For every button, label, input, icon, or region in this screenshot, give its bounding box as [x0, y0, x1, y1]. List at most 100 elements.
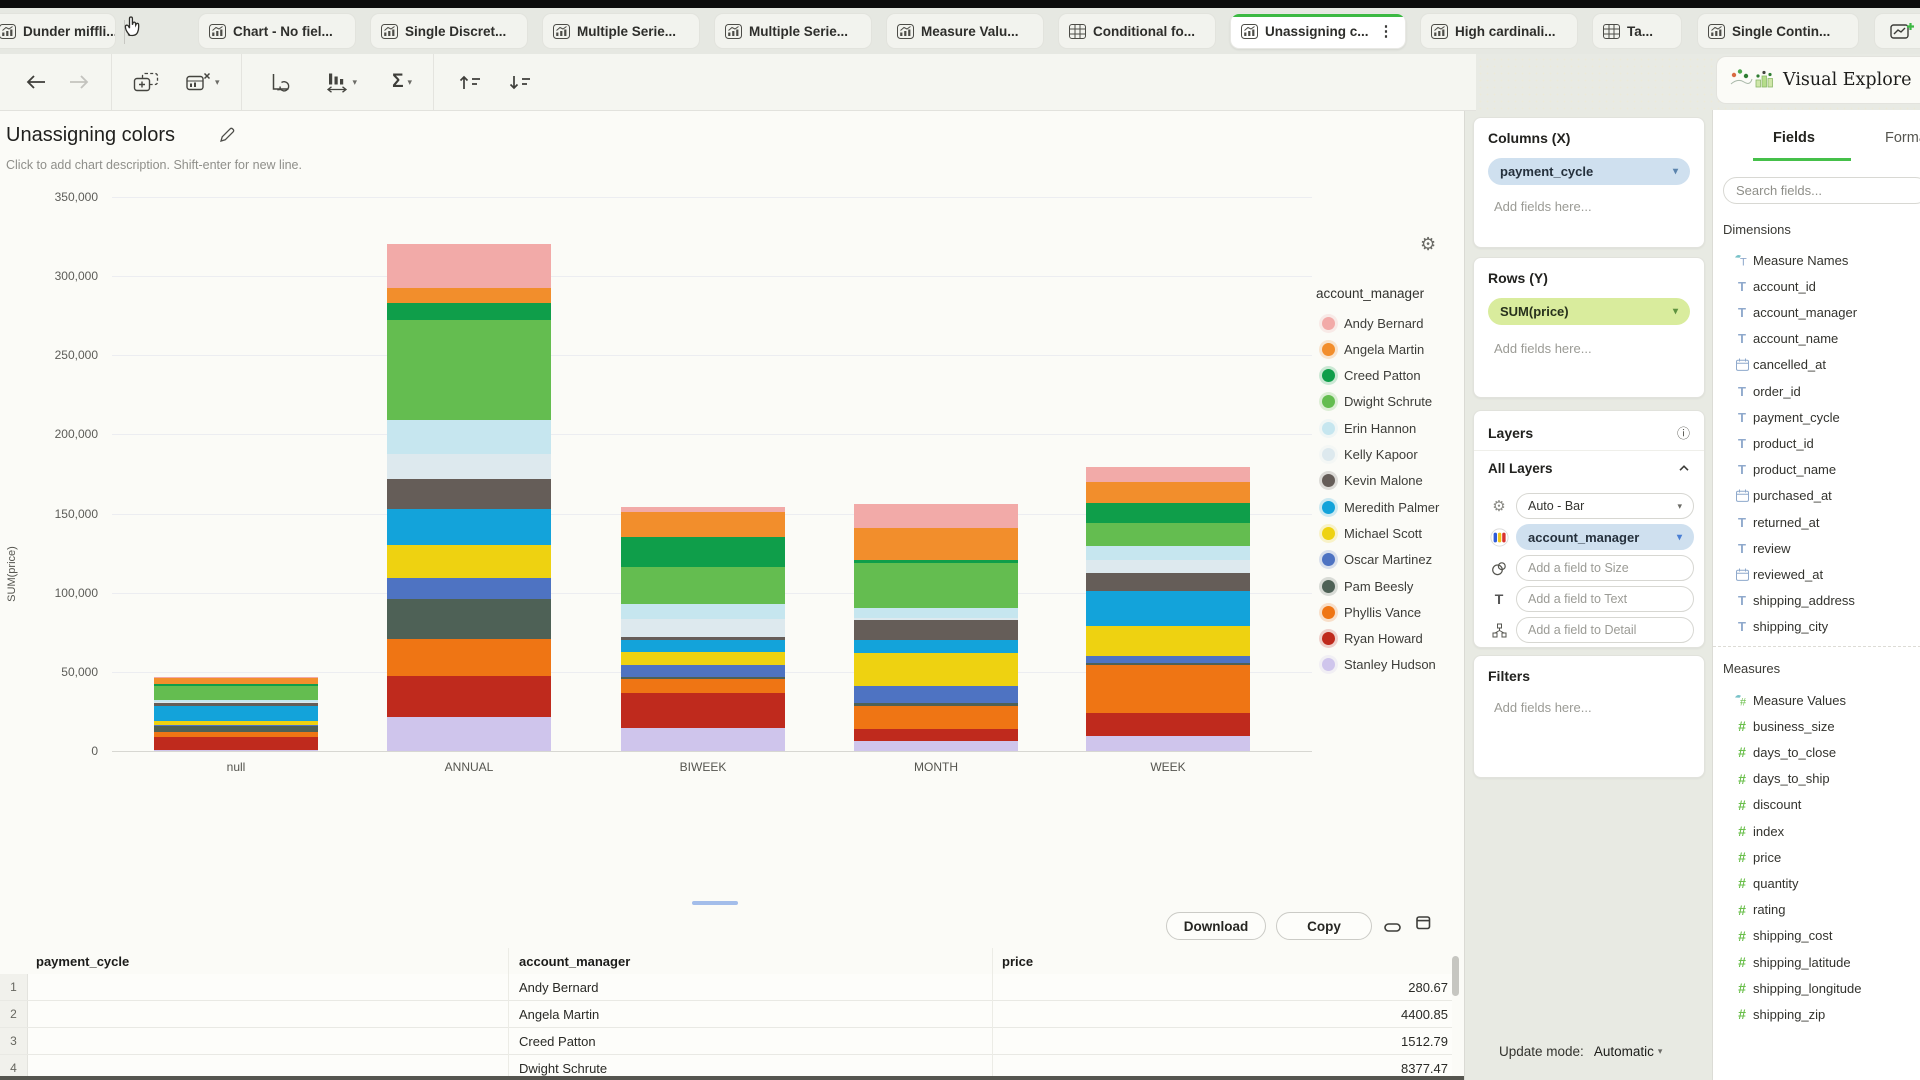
bar-segment-kevin-malone[interactable] [621, 637, 785, 640]
bar-segment-dwight-schrute[interactable] [854, 563, 1018, 608]
bar-segment-kelly-kapoor[interactable] [621, 619, 785, 637]
bar-segment-dwight-schrute[interactable] [154, 686, 318, 700]
bar-segment-angela-martin[interactable] [387, 288, 551, 303]
table-scrollbar-thumb[interactable] [1452, 956, 1459, 996]
bar-segment-michael-scott[interactable] [854, 653, 1018, 686]
bar-segment-phyllis-vance[interactable] [621, 679, 785, 692]
bar-segment-stanley-hudson[interactable] [154, 750, 318, 751]
bar-segment-oscar-martinez[interactable] [154, 725, 318, 726]
bar-segment-stanley-hudson[interactable] [854, 741, 1018, 751]
bar-segment-angela-martin[interactable] [854, 528, 1018, 560]
bar-segment-andy-bernard[interactable] [854, 504, 1018, 528]
columns-pill-payment-cycle[interactable]: payment_cycle ▾ [1488, 158, 1690, 185]
legend-item-kelly-kapoor[interactable]: Kelly Kapoor [1322, 446, 1418, 464]
legend-item-michael-scott[interactable]: Michael Scott [1322, 524, 1422, 542]
field-price[interactable]: #price [1731, 848, 1781, 866]
legend-item-stanley-hudson[interactable]: Stanley Hudson [1322, 656, 1436, 674]
field-shipping-cost[interactable]: #shipping_cost [1731, 927, 1833, 945]
filters-add-fields-placeholder[interactable]: Add fields here... [1494, 700, 1690, 715]
chart-scroll-indicator[interactable] [692, 901, 738, 905]
legend-item-andy-bernard[interactable]: Andy Bernard [1322, 314, 1424, 332]
field-review[interactable]: Treview [1731, 539, 1791, 557]
field-days-to-close[interactable]: #days_to_close [1731, 743, 1836, 761]
bar-segment-meredith-palmer[interactable] [854, 640, 1018, 653]
toolbar-bar-size-button[interactable]: ▾ [320, 64, 364, 100]
field-purchased-at[interactable]: purchased_at [1731, 487, 1832, 505]
bar-segment-kevin-malone[interactable] [387, 479, 551, 509]
bar-segment-andy-bernard[interactable] [387, 244, 551, 288]
tab-multiple-serie[interactable]: Multiple Serie... [542, 13, 700, 49]
legend-item-creed-patton[interactable]: Creed Patton [1322, 367, 1421, 385]
tab-dunder-miffli[interactable]: Dunder miffli... [0, 13, 116, 49]
rows-add-fields-placeholder[interactable]: Add fields here... [1494, 341, 1690, 356]
bar-segment-pam-beesly[interactable] [387, 599, 551, 640]
field-rating[interactable]: #rating [1731, 901, 1786, 919]
toolbar-sort-ascending-button[interactable] [452, 64, 488, 100]
field-returned-at[interactable]: Treturned_at [1731, 513, 1820, 531]
search-fields-input[interactable] [1723, 177, 1920, 204]
bar-segment-dwight-schrute[interactable] [1086, 523, 1250, 546]
toolbar-sort-descending-button[interactable] [502, 64, 538, 100]
bar-segment-erin-hannon[interactable] [154, 700, 318, 702]
bar-segment-andy-bernard[interactable] [621, 507, 785, 512]
collapse-chevron-icon[interactable] [1678, 459, 1690, 477]
field-shipping-zip[interactable]: #shipping_zip [1731, 1005, 1825, 1023]
table-row[interactable]: 1Andy Bernard280.67 [0, 974, 1452, 1001]
field-measure-values[interactable]: #Measure Values [1731, 691, 1846, 709]
toolbar-back-button[interactable] [19, 64, 53, 100]
legend-item-kevin-malone[interactable]: Kevin Malone [1322, 472, 1423, 490]
bar-segment-oscar-martinez[interactable] [1086, 656, 1250, 663]
bar-segment-erin-hannon[interactable] [621, 604, 785, 619]
toolbar-remove-chart-button[interactable]: ▾ [180, 64, 226, 100]
field-quantity[interactable]: #quantity [1731, 874, 1799, 892]
field-account-name[interactable]: Taccount_name [1731, 330, 1838, 348]
bar-segment-pam-beesly[interactable] [154, 726, 318, 732]
bar-segment-oscar-martinez[interactable] [387, 578, 551, 598]
bar-segment-kelly-kapoor[interactable] [154, 702, 318, 703]
toolbar-swap-axes-button[interactable] [262, 64, 297, 100]
bar-segment-stanley-hudson[interactable] [1086, 736, 1250, 751]
field-index[interactable]: #index [1731, 822, 1784, 840]
color-pill-account-manager[interactable]: account_manager ▾ [1516, 524, 1694, 550]
bar-segment-kelly-kapoor[interactable] [1086, 560, 1250, 572]
legend-item-oscar-martinez[interactable]: Oscar Martinez [1322, 551, 1432, 569]
bar-segment-creed-patton[interactable] [387, 303, 551, 319]
field-measure-names[interactable]: TMeasure Names [1731, 251, 1848, 269]
table-row[interactable]: 2Angela Martin4400.85 [0, 1001, 1452, 1028]
column-header-account-manager[interactable]: account_manager [519, 954, 630, 969]
brand-badge[interactable]: Visual Explore [1716, 56, 1920, 104]
bar-segment-angela-martin[interactable] [154, 678, 318, 684]
bar-segment-ryan-howard[interactable] [854, 729, 1018, 741]
bar-segment-kevin-malone[interactable] [854, 620, 1018, 640]
tab-fields[interactable]: Fields [1773, 130, 1815, 146]
bar-segment-creed-patton[interactable] [854, 560, 1018, 563]
field-shipping-address[interactable]: Tshipping_address [1731, 592, 1855, 610]
bar-segment-ryan-howard[interactable] [1086, 713, 1250, 736]
legend-item-phyllis-vance[interactable]: Phyllis Vance [1322, 603, 1421, 621]
bar-segment-kevin-malone[interactable] [154, 703, 318, 706]
bar-segment-angela-martin[interactable] [621, 512, 785, 537]
bar-segment-phyllis-vance[interactable] [154, 732, 318, 737]
new-chart-button[interactable] [1874, 13, 1920, 49]
bar-segment-phyllis-vance[interactable] [387, 639, 551, 676]
bar-segment-angela-martin[interactable] [1086, 482, 1250, 503]
bar-segment-pam-beesly[interactable] [854, 703, 1018, 706]
bar-segment-erin-hannon[interactable] [387, 420, 551, 454]
detail-field-input[interactable]: Add a field to Detail [1516, 617, 1694, 643]
bar-segment-michael-scott[interactable] [387, 545, 551, 579]
field-product-name[interactable]: Tproduct_name [1731, 461, 1836, 479]
field-payment-cycle[interactable]: Tpayment_cycle [1731, 408, 1840, 426]
tab-format[interactable]: Format [1885, 130, 1920, 146]
column-header-payment-cycle[interactable]: payment_cycle [36, 954, 129, 969]
field-shipping-latitude[interactable]: #shipping_latitude [1731, 953, 1851, 971]
copy-button[interactable]: Copy [1276, 912, 1372, 940]
field-reviewed-at[interactable]: reviewed_at [1731, 565, 1823, 583]
tab-single-contin[interactable]: Single Contin... [1697, 13, 1859, 49]
columns-add-fields-placeholder[interactable]: Add fields here... [1494, 199, 1690, 214]
field-shipping-city[interactable]: Tshipping_city [1731, 618, 1828, 636]
bar-segment-dwight-schrute[interactable] [621, 567, 785, 604]
tab-unassigning-c[interactable]: Unassigning c...⋮ [1230, 13, 1406, 49]
mark-type-select[interactable]: Auto - Bar ▾ [1516, 493, 1694, 519]
table-row[interactable]: 3Creed Patton1512.79 [0, 1028, 1452, 1055]
bar-segment-pam-beesly[interactable] [1086, 663, 1250, 666]
